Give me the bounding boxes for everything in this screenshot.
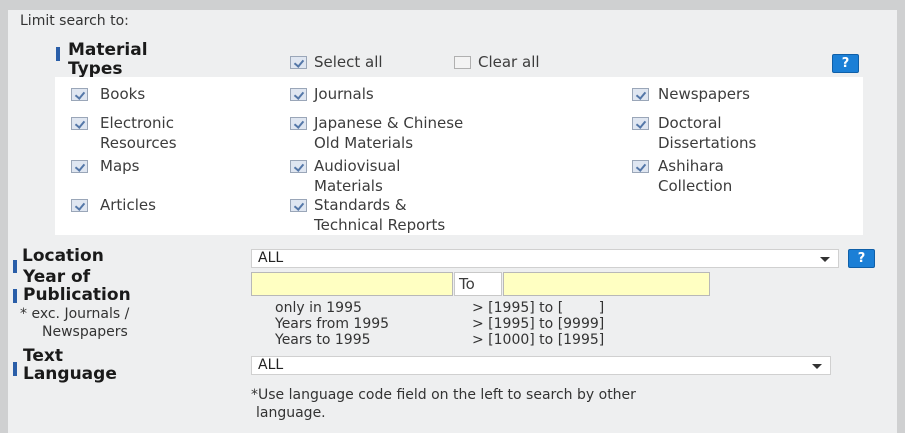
standards-label-line1: Standards &: [314, 196, 407, 214]
audiovisual-label-line1: Audiovisual: [314, 157, 401, 175]
newspapers-label: Newspapers: [658, 85, 750, 103]
year-hint-2-right: > [1995] to [9999]: [472, 316, 605, 332]
year-from-input[interactable]: [251, 272, 453, 296]
books-checkbox[interactable]: [71, 88, 88, 101]
doctoral-dissertations-checkbox[interactable]: [632, 117, 649, 130]
japanese-chinese-label-line2: Old Materials: [314, 134, 414, 152]
limit-search-title: Limit search to:: [20, 13, 129, 29]
year-note-line2: Newspapers: [42, 324, 128, 340]
ashihara-collection-label-line2: Collection: [658, 177, 733, 195]
language-note-line1: *Use language code field on the left to …: [251, 387, 636, 403]
material-section-marker: [56, 47, 60, 61]
doctoral-dissertations-label-line1: Doctoral: [658, 114, 722, 132]
year-to-input[interactable]: [503, 272, 710, 296]
language-select-value: ALL: [258, 357, 284, 373]
location-select-value: ALL: [258, 250, 284, 266]
ashihara-collection-label-line1: Ashihara: [658, 157, 724, 175]
year-section-marker: [13, 289, 17, 303]
language-select[interactable]: ALL: [251, 356, 831, 375]
newspapers-checkbox[interactable]: [632, 88, 649, 101]
year-to-label: To: [454, 272, 502, 296]
articles-checkbox[interactable]: [71, 199, 88, 212]
audiovisual-label-line2: Materials: [314, 177, 383, 195]
location-section-marker: [13, 260, 17, 273]
language-label-line2: Language: [23, 364, 117, 384]
books-label: Books: [100, 85, 146, 103]
language-note-line2: language.: [256, 405, 326, 421]
electronic-resources-label-line1: Electronic: [100, 114, 174, 132]
maps-label: Maps: [100, 157, 140, 175]
location-label: Location: [22, 246, 104, 266]
standards-label-line2: Technical Reports: [314, 216, 446, 234]
language-section-marker: [13, 362, 17, 376]
select-all-checkbox[interactable]: [290, 56, 307, 69]
select-all-label[interactable]: Select all: [314, 52, 383, 72]
chevron-down-icon: [812, 364, 822, 369]
maps-checkbox[interactable]: [71, 160, 88, 173]
doctoral-dissertations-label-line2: Dissertations: [658, 134, 757, 152]
year-hint-3-right: > [1000] to [1995]: [472, 332, 605, 348]
electronic-resources-label-line2: Resources: [100, 134, 177, 152]
ashihara-collection-checkbox[interactable]: [632, 160, 649, 173]
electronic-resources-checkbox[interactable]: [71, 117, 88, 130]
clear-all-label[interactable]: Clear all: [478, 52, 540, 72]
location-select[interactable]: ALL: [251, 249, 839, 268]
year-hint-1-left: only in 1995: [275, 300, 362, 316]
search-limit-panel: Limit search to: Material Types Select a…: [8, 10, 897, 433]
standards-checkbox[interactable]: [290, 199, 307, 212]
material-help-button[interactable]: ?: [832, 54, 859, 73]
year-note-line1: * exc. Journals /: [20, 306, 130, 322]
year-hint-1-right: > [1995] to [ ]: [472, 300, 605, 316]
year-label-line2: Publication: [23, 285, 131, 305]
chevron-down-icon: [820, 257, 830, 262]
japanese-chinese-checkbox[interactable]: [290, 117, 307, 130]
year-hint-3-left: Years to 1995: [275, 332, 371, 348]
material-types-label-line1: Material: [68, 40, 148, 60]
journals-label: Journals: [314, 85, 374, 103]
japanese-chinese-label-line1: Japanese & Chinese: [314, 114, 464, 132]
location-help-button[interactable]: ?: [848, 249, 875, 268]
articles-label: Articles: [100, 196, 156, 214]
audiovisual-checkbox[interactable]: [290, 160, 307, 173]
year-hint-2-left: Years from 1995: [275, 316, 390, 332]
journals-checkbox[interactable]: [290, 88, 307, 101]
clear-all-checkbox[interactable]: [454, 56, 471, 69]
